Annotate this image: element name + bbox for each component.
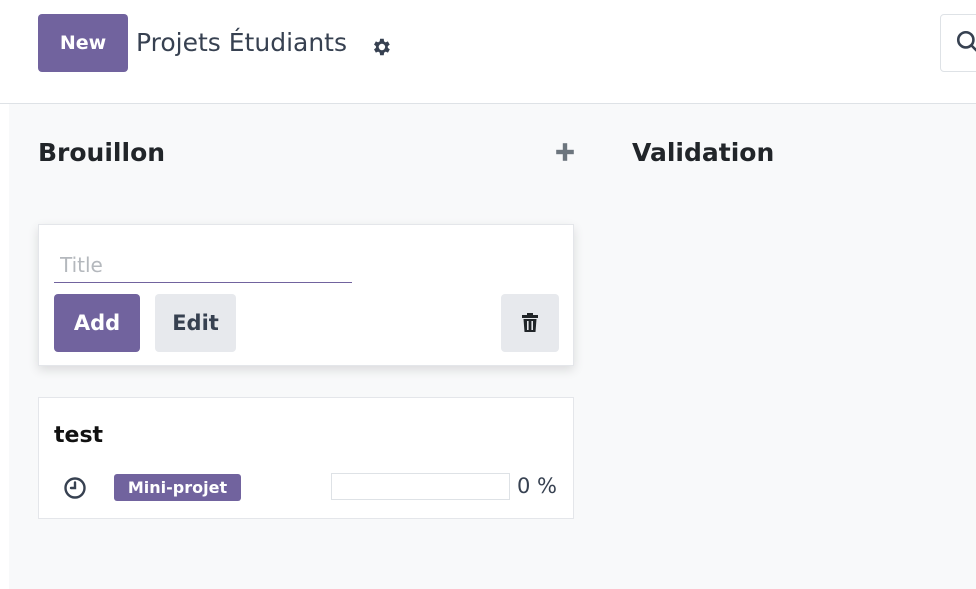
- title-input[interactable]: [54, 247, 352, 283]
- search-icon: [956, 30, 976, 52]
- progress-label: 0 %: [517, 474, 557, 498]
- breadcrumb-title: Projets Étudiants: [136, 28, 348, 57]
- trash-icon: [522, 313, 538, 332]
- quick-create-card: Add Edit: [38, 224, 574, 366]
- add-button[interactable]: Add: [54, 294, 140, 352]
- clock-icon[interactable]: [63, 476, 87, 500]
- progress-bar: [331, 473, 510, 500]
- edit-button[interactable]: Edit: [155, 294, 236, 352]
- search-input[interactable]: [940, 14, 976, 72]
- new-button[interactable]: New: [38, 14, 128, 72]
- plus-icon[interactable]: [554, 141, 576, 163]
- record-name: test: [54, 423, 104, 448]
- delete-button[interactable]: [501, 294, 559, 352]
- control-panel: New Projets Étudiants: [0, 0, 976, 104]
- column-title-validation: Validation: [632, 138, 775, 167]
- kanban-record[interactable]: test Mini-projet 0 %: [38, 397, 574, 519]
- tag-badge: Mini-projet: [114, 474, 241, 501]
- column-title-brouillon: Brouillon: [38, 138, 166, 167]
- gear-icon[interactable]: [370, 36, 392, 58]
